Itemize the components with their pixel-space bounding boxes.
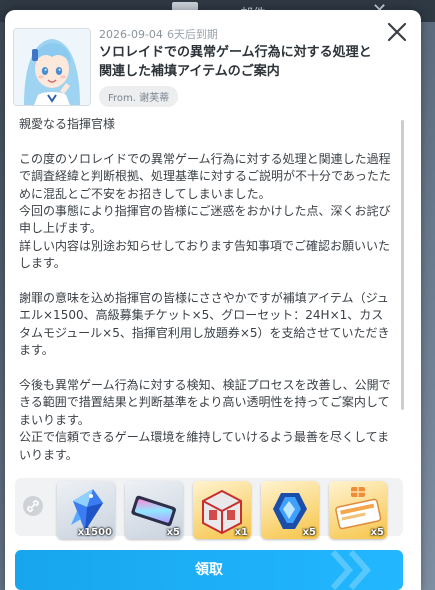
reward-item[interactable]: x1500 (57, 481, 115, 539)
reward-item[interactable]: x1 (193, 481, 251, 539)
mail-expire: 6天后到期 (166, 28, 218, 41)
mail-header: 2026-09-04 6天后到期 ソロレイドでの異常ゲーム行為に対する処理と関連し… (99, 26, 377, 107)
mail-greeting: 親愛なる指揮官様 (19, 117, 116, 131)
claim-button-label: 領取 (195, 562, 223, 578)
mail-paragraph: 謝罪の意味を込め指揮官の皆様にささやかですが補填アイテム（ジュエル×1500、高… (19, 291, 390, 358)
mail-title: ソロレイドでの異常ゲーム行為に対する処理と関連した補填アイテムのご案内 (99, 45, 372, 79)
scrollbar[interactable] (401, 120, 404, 410)
reward-quantity: x1500 (77, 527, 112, 538)
claim-button[interactable]: 領取 (15, 550, 403, 590)
chevron-decor-icon (330, 550, 372, 590)
anime-girl-portrait-icon (14, 29, 90, 105)
mail-paragraph: この度のソロレイドでの異常ゲーム行為に対する処理と関連した過程で調査経緯と判断根… (19, 151, 391, 271)
reward-quantity: x5 (370, 527, 384, 538)
sender-avatar (13, 28, 91, 106)
link-icon (23, 496, 43, 516)
reward-item[interactable]: x5 (261, 481, 319, 539)
close-button[interactable] (385, 20, 409, 44)
mail-paragraph: 今後も異常ゲーム行為に対する検知、検証プロセスを改善し、公開できる範囲で措置結果… (19, 378, 391, 462)
rewards-strip: x1500 x5 x1 x5 x5 (15, 478, 403, 539)
reward-quantity: x5 (302, 527, 316, 538)
reward-quantity: x5 (166, 527, 180, 538)
mail-detail-dialog: 2026-09-04 6天后到期 ソロレイドでの異常ゲーム行為に対する処理と関連し… (5, 10, 421, 590)
mail-body: 親愛なる指揮官様 この度のソロレイドでの異常ゲーム行為に対する処理と関連した過程… (19, 116, 391, 476)
reward-item[interactable]: x5 (125, 481, 183, 539)
sender-badge: From. 谢芙蒂 (99, 86, 179, 107)
reward-item[interactable]: x5 (329, 481, 387, 539)
mail-date: 2026-09-04 (99, 28, 163, 41)
mail-date-line: 2026-09-04 6天后到期 (99, 26, 377, 42)
close-icon (387, 22, 407, 42)
reward-quantity: x1 (234, 527, 248, 538)
